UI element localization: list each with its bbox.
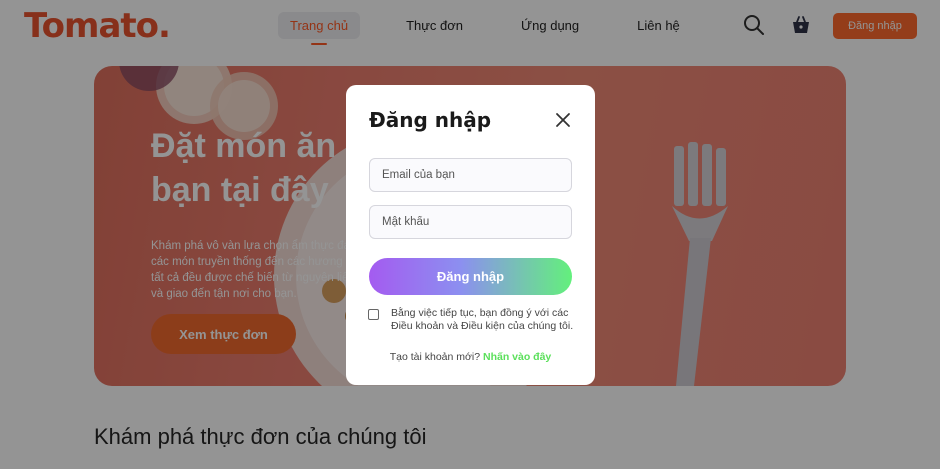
terms-checkbox[interactable]	[368, 309, 379, 320]
email-field[interactable]	[369, 158, 572, 192]
login-modal: Đăng nhập Đăng nhập Bằng việc tiếp tục, …	[346, 85, 595, 385]
close-icon[interactable]	[554, 111, 572, 129]
password-field[interactable]	[369, 205, 572, 239]
login-submit-button[interactable]: Đăng nhập	[369, 258, 572, 295]
signup-row: Tạo tài khoản mới? Nhấn vào đây	[346, 351, 595, 363]
terms-text: Bằng việc tiếp tục, bạn đồng ý với các Đ…	[391, 307, 574, 332]
signup-link[interactable]: Nhấn vào đây	[483, 351, 551, 363]
modal-title: Đăng nhập	[369, 108, 492, 132]
signup-prompt: Tạo tài khoản mới?	[389, 351, 481, 363]
